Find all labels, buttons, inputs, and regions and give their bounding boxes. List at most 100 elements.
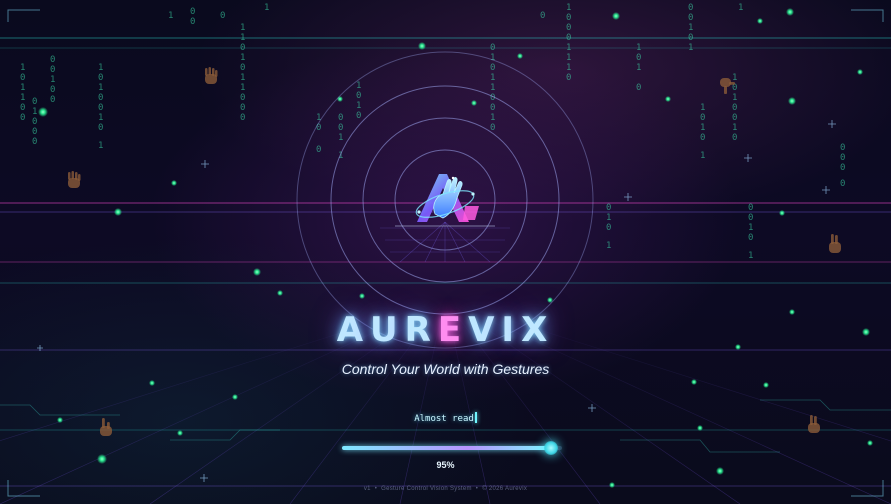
svg-text:0: 0: [748, 213, 753, 223]
svg-text:0: 0: [240, 103, 245, 113]
svg-text:0: 0: [316, 123, 321, 133]
svg-text:0: 0: [490, 63, 495, 73]
loading-status-text: Almost read: [414, 414, 474, 424]
svg-text:1: 1: [566, 3, 571, 13]
svg-text:0: 0: [748, 203, 753, 213]
svg-text:1: 1: [566, 53, 571, 63]
svg-text:0: 0: [32, 117, 37, 127]
progress-knob: [544, 441, 558, 455]
svg-text:0: 0: [50, 85, 55, 95]
brand-letter: X: [521, 310, 555, 350]
hand-icon: [205, 67, 218, 84]
svg-text:0: 0: [732, 113, 737, 123]
footer: v1 • Gesture Control Vision System • © 2026 …: [0, 486, 891, 492]
svg-text:1: 1: [566, 43, 571, 53]
svg-text:1: 1: [700, 123, 705, 133]
svg-text:0: 0: [240, 113, 245, 123]
svg-text:0: 0: [688, 13, 693, 23]
svg-text:1: 1: [748, 251, 753, 261]
svg-text:0: 0: [20, 113, 25, 123]
progress-percent: 95%: [436, 460, 455, 470]
brand-letter: V: [468, 310, 502, 350]
svg-text:0: 0: [636, 83, 641, 93]
svg-text:0: 0: [840, 143, 845, 153]
brand-title: AUREVIX: [0, 310, 891, 350]
footer-version: v1: [363, 486, 371, 492]
brand-letter: R: [404, 310, 438, 350]
svg-text:1: 1: [700, 103, 705, 113]
brand-letter: A: [336, 310, 371, 350]
svg-text:0: 0: [748, 233, 753, 243]
svg-text:1: 1: [264, 3, 269, 13]
svg-text:0: 0: [732, 133, 737, 143]
svg-text:0: 0: [190, 17, 195, 27]
svg-text:1: 1: [566, 63, 571, 73]
hand-icon: [68, 171, 81, 188]
svg-text:0: 0: [606, 203, 611, 213]
svg-text:1: 1: [20, 93, 25, 103]
background-decor: 101100 01000 00100 10100101 1 000 1101011…: [0, 3, 891, 504]
footer-copyright: © 2026 Aurevix: [482, 486, 528, 492]
svg-text:0: 0: [356, 111, 361, 121]
svg-text:1: 1: [700, 151, 705, 161]
app-logo: [395, 160, 495, 240]
svg-text:1: 1: [490, 53, 495, 63]
svg-text:0: 0: [356, 91, 361, 101]
svg-text:1: 1: [240, 83, 245, 93]
progress-bar: [342, 441, 562, 455]
svg-text:1: 1: [606, 241, 611, 251]
brand-letter: I: [501, 310, 522, 350]
brand-letter: U: [370, 310, 405, 350]
svg-text:1: 1: [98, 141, 103, 151]
svg-text:1: 1: [20, 63, 25, 73]
svg-text:1: 1: [356, 81, 361, 91]
svg-text:0: 0: [98, 93, 103, 103]
footer-separator: •: [374, 486, 378, 492]
svg-text:0: 0: [98, 103, 103, 113]
logo-emblem-icon: [395, 174, 495, 227]
splash-screen: 101100 01000 00100 10100101 1000 1101011…: [0, 0, 891, 504]
svg-text:0: 0: [540, 11, 545, 21]
svg-text:0: 0: [240, 63, 245, 73]
footer-product: Gesture Control Vision System: [381, 486, 472, 492]
svg-text:0: 0: [20, 103, 25, 113]
svg-text:1: 1: [32, 107, 37, 117]
svg-text:0: 0: [32, 127, 37, 137]
svg-text:0: 0: [338, 113, 343, 123]
svg-text:0: 0: [840, 179, 845, 189]
peace-hand-icon: [829, 234, 841, 253]
svg-text:0: 0: [566, 13, 571, 23]
svg-text:1: 1: [168, 11, 173, 21]
svg-text:0: 0: [688, 33, 693, 43]
circuit-traces: [0, 399, 891, 453]
svg-text:1: 1: [240, 33, 245, 43]
svg-text:0: 0: [50, 55, 55, 65]
svg-text:1: 1: [732, 123, 737, 133]
svg-text:0: 0: [840, 153, 845, 163]
svg-text:0: 0: [566, 33, 571, 43]
svg-text:0: 0: [98, 73, 103, 83]
svg-text:0: 0: [490, 93, 495, 103]
svg-text:1: 1: [50, 75, 55, 85]
svg-text:0: 0: [636, 53, 641, 63]
svg-text:0: 0: [566, 73, 571, 83]
svg-text:0: 0: [240, 43, 245, 53]
svg-text:0: 0: [840, 163, 845, 173]
svg-text:1: 1: [688, 23, 693, 33]
svg-text:0: 0: [688, 3, 693, 13]
footer-separator: •: [475, 486, 479, 492]
svg-text:1: 1: [316, 113, 321, 123]
svg-text:1: 1: [636, 43, 641, 53]
svg-text:1: 1: [98, 63, 103, 73]
svg-text:0: 0: [732, 103, 737, 113]
text-caret: [474, 412, 477, 423]
loading-status: Almost read: [0, 412, 891, 424]
svg-text:0: 0: [220, 11, 225, 21]
svg-text:1: 1: [490, 73, 495, 83]
svg-text:1: 1: [636, 63, 641, 73]
svg-text:1: 1: [738, 3, 743, 13]
svg-text:1: 1: [490, 83, 495, 93]
svg-text:1: 1: [98, 83, 103, 93]
svg-text:1: 1: [688, 43, 693, 53]
svg-text:0: 0: [700, 113, 705, 123]
